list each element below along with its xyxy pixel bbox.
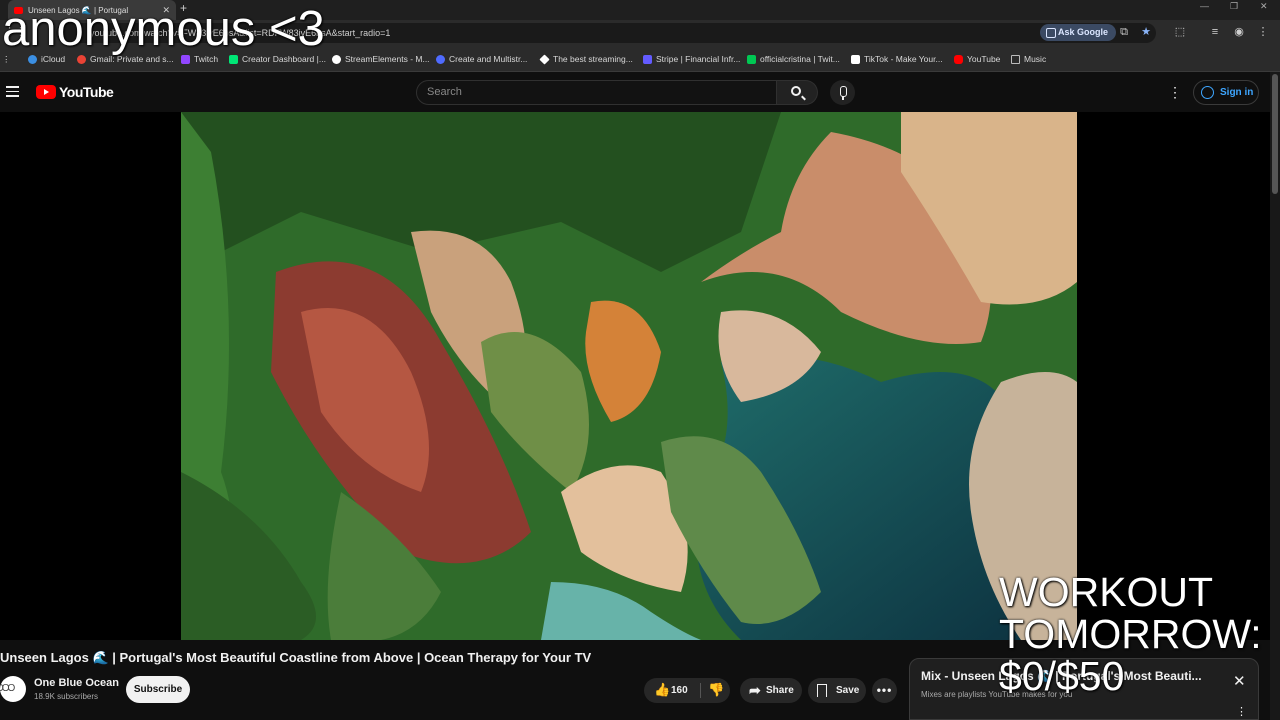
bookmark-label: Stripe | Financial Infr... (656, 54, 741, 64)
account-icon (1201, 86, 1214, 99)
settings-kebab-icon[interactable]: ⋮ (1168, 84, 1182, 100)
save-label: Save (836, 685, 860, 696)
stream-overlay-goal: WORKOUT TOMORROW: $0/$50 (999, 571, 1262, 697)
bookmark-label: officialcristina | Twit... (760, 54, 840, 64)
sign-in-button[interactable]: Sign in (1193, 80, 1259, 105)
bookmark-folder[interactable]: Music (1011, 53, 1046, 65)
channel-avatar[interactable] (0, 676, 26, 702)
youtube-logo[interactable]: YouTube (36, 84, 114, 100)
bookmark-item[interactable]: Stripe | Financial Infr... (643, 53, 740, 65)
goal-line: WORKOUT (999, 569, 1214, 615)
search-input[interactable]: Search (416, 80, 777, 105)
video-player[interactable] (0, 112, 1270, 640)
bookmark-label: The best streaming... (553, 54, 633, 64)
coastline-aerial-image (181, 112, 1077, 640)
channel-name[interactable]: One Blue Ocean (34, 677, 119, 689)
tiktok-icon (851, 54, 860, 64)
streamelements-icon (332, 54, 341, 64)
bookmark-label: Music (1024, 54, 1047, 64)
youtube-play-icon (36, 85, 56, 99)
ask-google-button[interactable]: Ask Google (1040, 24, 1117, 41)
like-count[interactable]: 160 (671, 678, 688, 703)
bookmark-label: StreamElements - M... (345, 54, 430, 64)
bookmark-item[interactable]: Create and Multistr... (436, 53, 527, 65)
goal-progress: $0/$50 (999, 653, 1125, 699)
maximize-icon[interactable]: ❐ (1230, 0, 1238, 12)
goal-line: TOMORROW: (999, 611, 1262, 657)
bookmark-star-icon[interactable]: ★ (1140, 26, 1152, 38)
youtube-header: YouTube Search ⋮ Sign in (0, 72, 1280, 112)
youtube-icon (954, 54, 963, 64)
extensions-icon[interactable]: ⬚ (1174, 26, 1186, 38)
page-scrollbar[interactable] (1270, 72, 1280, 720)
restream-icon (436, 54, 445, 64)
chrome-menu-icon[interactable]: ⋮ (1257, 26, 1269, 38)
search-button[interactable] (777, 80, 818, 105)
share-icon: ➦ (749, 682, 761, 698)
save-button[interactable]: Save (808, 678, 866, 703)
bookmark-item[interactable]: The best streaming... (539, 53, 633, 65)
bookmark-item[interactable]: officialcristina | Twit... (747, 53, 840, 65)
like-divider (700, 683, 701, 698)
install-app-icon[interactable]: ⧉ (1118, 26, 1130, 38)
voice-search-icon[interactable] (830, 80, 855, 105)
mix-more-icon[interactable]: ⋮ (1236, 705, 1247, 718)
profile-icon[interactable]: ◉ (1233, 26, 1245, 38)
like-icon[interactable]: 👍 (654, 683, 670, 697)
more-actions-icon[interactable]: ••• (872, 678, 897, 703)
media-controls-icon[interactable]: ≡ (1209, 26, 1221, 38)
minimize-icon[interactable]: — (1200, 0, 1209, 12)
bookmark-item[interactable]: YouTube (954, 53, 1000, 65)
diamond-icon (539, 53, 550, 65)
search-icon (791, 86, 801, 96)
youtube-wordmark: YouTube (59, 84, 114, 100)
subscriber-count: 18.9K subscribers (34, 692, 99, 701)
video-frame[interactable] (181, 112, 1077, 640)
bookmark-label: Create and Multistr... (449, 54, 528, 64)
stream-overlay-name: anonymous <3 (2, 2, 325, 56)
folder-icon (1011, 54, 1020, 64)
menu-icon[interactable] (6, 86, 19, 97)
share-button[interactable]: ➦ Share (740, 678, 802, 703)
bookmark-icon (817, 684, 827, 697)
share-label: Share (766, 685, 794, 696)
green-bookmark-icon (747, 54, 756, 64)
stripe-icon (643, 54, 652, 64)
bookmark-label: YouTube (967, 54, 1001, 64)
scrollbar-thumb[interactable] (1272, 74, 1278, 194)
bookmark-item[interactable]: StreamElements - M... (332, 53, 430, 65)
subscribe-button[interactable]: Subscribe (126, 676, 190, 703)
window-close-icon[interactable]: ✕ (1260, 0, 1268, 12)
screen: Unseen Lagos 🌊 | Portugal ✕ + — ❐ ✕ ⋮⋮ y… (0, 0, 1280, 720)
sign-in-label: Sign in (1220, 87, 1254, 98)
like-dislike-group: 👍 160 👎 (644, 678, 730, 703)
dislike-icon[interactable]: 👎 (708, 683, 724, 697)
bookmark-item[interactable]: TikTok - Make Your... (851, 53, 943, 65)
bookmark-label: TikTok - Make Your... (864, 54, 943, 64)
video-title: Unseen Lagos 🌊 | Portugal's Most Beautif… (0, 650, 592, 665)
